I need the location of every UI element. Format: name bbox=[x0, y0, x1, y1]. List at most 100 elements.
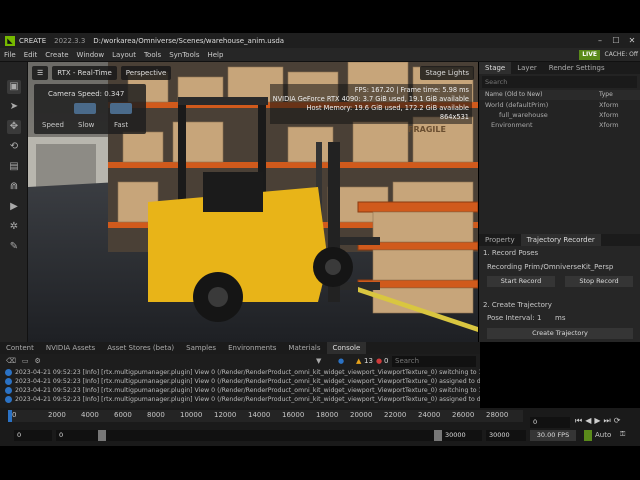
current-frame-field[interactable]: 0 bbox=[530, 417, 570, 428]
col-name[interactable]: Name (Old to New) bbox=[479, 90, 599, 100]
folder-icon[interactable]: ▭ bbox=[22, 357, 29, 365]
key-icon[interactable]: ⚿ bbox=[620, 430, 625, 439]
tab-render-settings[interactable]: Render Settings bbox=[543, 62, 611, 74]
menu-file[interactable]: File bbox=[0, 48, 20, 62]
tree-row[interactable]: full_warehouse Xform bbox=[479, 110, 640, 120]
tick-label: 16000 bbox=[282, 411, 305, 419]
info-icon bbox=[5, 378, 12, 385]
viewport[interactable]: FRAGILE ☰ RTX - Real-Time Perspective St… bbox=[28, 62, 478, 342]
paint-icon[interactable]: ✎ bbox=[7, 240, 21, 254]
letterbox-bottom bbox=[0, 446, 640, 480]
tick-label: 28000 bbox=[486, 411, 509, 419]
end-frame-field[interactable]: 30000 bbox=[486, 430, 526, 441]
tab-nvidia-assets[interactable]: NVIDIA Assets bbox=[40, 342, 101, 354]
next-frame-icon[interactable]: ⏭ bbox=[604, 416, 611, 426]
info-icon bbox=[5, 396, 12, 403]
clear-icon[interactable]: ⌫ bbox=[6, 357, 16, 365]
play-icon[interactable]: ▶ bbox=[594, 416, 600, 426]
title-bar: ◣ CREATE 2022.3.3 D:/workarea/Omniverse/… bbox=[0, 33, 640, 48]
tick-label: 8000 bbox=[147, 411, 165, 419]
col-type[interactable]: Type bbox=[599, 90, 613, 100]
create-trajectory-button[interactable]: Create Trajectory bbox=[487, 328, 633, 339]
start-record-button[interactable]: Start Record bbox=[487, 276, 555, 287]
tree-type: Xform bbox=[599, 121, 619, 129]
snap-icon[interactable]: ⋒ bbox=[7, 180, 21, 194]
tab-property[interactable]: Property bbox=[479, 234, 521, 246]
cache-status[interactable]: CACHE: Off bbox=[605, 48, 638, 62]
fps-select[interactable]: 30.00 FPS bbox=[530, 430, 576, 441]
pose-interval-value[interactable]: 1 bbox=[537, 314, 541, 322]
select-arrow-icon[interactable]: ➤ bbox=[7, 100, 21, 114]
range-start-handle[interactable] bbox=[98, 430, 106, 441]
menu-syntools[interactable]: SynTools bbox=[165, 48, 203, 62]
section-record-poses: 1. Record Poses bbox=[483, 249, 539, 257]
menu-help[interactable]: Help bbox=[203, 48, 227, 62]
range-start-field[interactable]: 0 bbox=[56, 430, 440, 441]
menu-layout[interactable]: Layout bbox=[108, 48, 140, 62]
menu-window[interactable]: Window bbox=[73, 48, 109, 62]
menu-create[interactable]: Create bbox=[41, 48, 72, 62]
loop-icon[interactable]: ⟳ bbox=[614, 416, 621, 426]
tab-materials[interactable]: Materials bbox=[282, 342, 326, 354]
fast-icon[interactable] bbox=[110, 103, 132, 114]
live-badge[interactable]: LIVE bbox=[579, 50, 600, 60]
slow-label[interactable]: Slow bbox=[78, 121, 94, 129]
tab-layer[interactable]: Layer bbox=[511, 62, 543, 74]
tab-samples[interactable]: Samples bbox=[180, 342, 222, 354]
physics-icon[interactable]: ✲ bbox=[7, 220, 21, 234]
move-icon[interactable]: ✥ bbox=[7, 120, 21, 134]
play-icon[interactable]: ▶ bbox=[7, 200, 21, 214]
info-icon[interactable]: ● bbox=[338, 357, 344, 365]
menu-tools[interactable]: Tools bbox=[140, 48, 165, 62]
menu-bar: File Edit Create Window Layout Tools Syn… bbox=[0, 48, 640, 62]
console-line: 2023-04-21 09:52:23 [Info] [rtx.multigpu… bbox=[0, 377, 480, 386]
auto-checkbox[interactable] bbox=[584, 430, 592, 441]
close-icon[interactable]: ✕ bbox=[624, 33, 640, 48]
rotate-icon[interactable]: ⟲ bbox=[7, 140, 21, 154]
viewport-stats: FPS: 167.20 | Frame time: 5.98 ms NVIDIA… bbox=[269, 84, 472, 124]
minimize-icon[interactable]: – bbox=[592, 33, 608, 48]
tab-asset-stores[interactable]: Asset Stores (beta) bbox=[101, 342, 180, 354]
prev-frame-icon[interactable]: ⏮ bbox=[575, 416, 582, 426]
tree-row[interactable]: Environment Xform bbox=[479, 120, 640, 130]
tab-trajectory-recorder[interactable]: Trajectory Recorder bbox=[520, 234, 601, 246]
stop-record-button[interactable]: Stop Record bbox=[565, 276, 633, 287]
console-search-input[interactable]: Search bbox=[392, 355, 476, 367]
timeline-ruler[interactable]: 0 2000 4000 6000 8000 10000 12000 14000 … bbox=[8, 410, 523, 422]
recording-prim-value[interactable]: /OmniverseKit_Persp bbox=[541, 263, 613, 271]
range-end-handle[interactable] bbox=[434, 430, 442, 441]
maximize-icon[interactable]: ☐ bbox=[608, 33, 624, 48]
tick-label: 18000 bbox=[316, 411, 339, 419]
tab-environments[interactable]: Environments bbox=[222, 342, 282, 354]
stage-search-input[interactable]: Search bbox=[482, 76, 637, 88]
tab-stage[interactable]: Stage bbox=[479, 62, 512, 74]
tree-row[interactable]: World (defaultPrim) Xform bbox=[479, 100, 640, 110]
menu-edit[interactable]: Edit bbox=[20, 48, 42, 62]
info-icon bbox=[5, 387, 12, 394]
right-panel: Stage Layer Render Settings Search Name … bbox=[479, 62, 640, 342]
settings-icon[interactable]: ⚙ bbox=[35, 357, 41, 365]
file-path: D:/workarea/Omniverse/Scenes/warehouse_a… bbox=[93, 36, 285, 45]
bottom-tabs: Content NVIDIA Assets Asset Stores (beta… bbox=[0, 342, 480, 354]
start-frame-field[interactable]: 0 bbox=[14, 430, 52, 441]
warning-icon[interactable]: ▲ bbox=[356, 357, 361, 365]
tab-content[interactable]: Content bbox=[0, 342, 40, 354]
tree-type: Xform bbox=[599, 101, 619, 109]
scale-icon[interactable]: ▤ bbox=[7, 160, 21, 174]
render-mode-button[interactable]: RTX - Real-Time bbox=[52, 66, 117, 80]
range-end-field[interactable]: 30000 bbox=[442, 430, 482, 441]
select-mode-icon[interactable]: ▣ bbox=[7, 80, 21, 94]
play-reverse-icon[interactable]: ◀ bbox=[585, 416, 591, 426]
tab-console[interactable]: Console bbox=[326, 342, 367, 354]
letterbox-top bbox=[0, 0, 640, 33]
error-icon[interactable]: ● bbox=[376, 357, 382, 365]
slow-icon[interactable] bbox=[74, 103, 96, 114]
camera-button[interactable]: Perspective bbox=[120, 66, 172, 80]
stage-lights-button[interactable]: Stage Lights bbox=[420, 66, 474, 80]
warning-count: 13 bbox=[364, 357, 373, 365]
filter-icon[interactable]: ▼ bbox=[316, 357, 321, 365]
hamburger-icon[interactable]: ☰ bbox=[32, 66, 49, 80]
tick-label: 14000 bbox=[248, 411, 271, 419]
camera-speed-panel: Camera Speed: 0.347 Speed Slow Fast bbox=[34, 84, 146, 134]
fast-label[interactable]: Fast bbox=[114, 121, 128, 129]
